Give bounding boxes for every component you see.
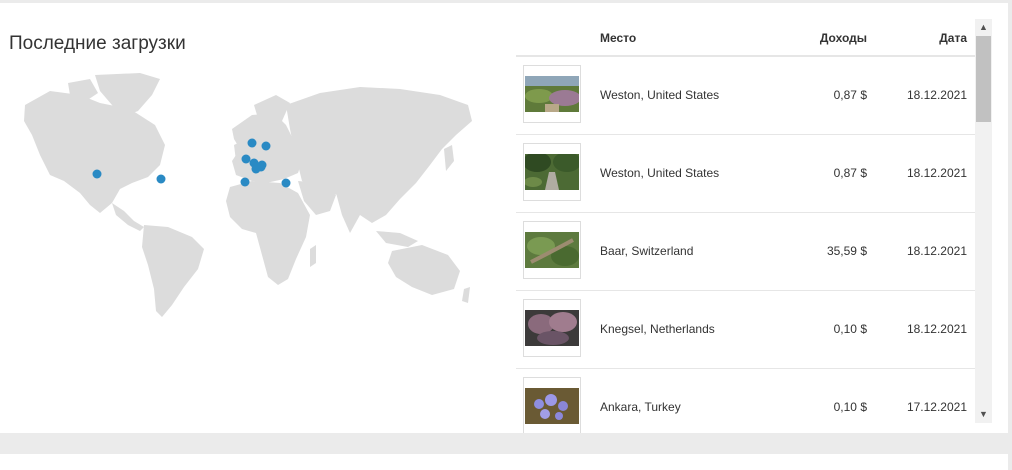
world-map-svg [24, 73, 472, 317]
flower-photo-thumbnail [525, 310, 579, 346]
row-date: 18.12.2021 [906, 88, 967, 102]
landmass-north-america [24, 91, 165, 213]
image-thumbnail[interactable] [523, 299, 581, 357]
map-pin[interactable] [241, 154, 251, 164]
row-date: 17.12.2021 [906, 400, 967, 414]
row-place: Weston, United States [600, 166, 720, 180]
row-date: 18.12.2021 [906, 244, 967, 258]
landmass-central-america [112, 203, 144, 231]
downloads-table: Место Доходы Дата Weston, United States … [516, 19, 975, 433]
image-thumbnail[interactable] [523, 221, 581, 279]
landmass-japan [444, 145, 454, 171]
landmass-new-zealand [462, 287, 470, 303]
row-place: Weston, United States [600, 88, 720, 102]
row-income: 0,87 $ [833, 88, 867, 102]
map-pin[interactable] [257, 160, 267, 170]
column-header-date[interactable]: Дата [939, 31, 967, 45]
table-scrollbar[interactable]: ▲ ▼ [975, 19, 992, 423]
purple-flowers-photo-thumbnail [525, 388, 579, 424]
table-row[interactable]: Baar, Switzerland 35,59 $ 18.12.2021 [516, 213, 975, 291]
landmass-australia [388, 245, 460, 295]
garden-path-photo-thumbnail [525, 154, 579, 190]
row-income: 0,87 $ [833, 166, 867, 180]
row-place: Knegsel, Netherlands [600, 322, 715, 336]
table-row[interactable]: Weston, United States 0,87 $ 18.12.2021 [516, 57, 975, 135]
row-income: 0,10 $ [833, 400, 867, 414]
row-place: Ankara, Turkey [600, 400, 681, 414]
next-panel [0, 454, 1008, 470]
landmass-se-asia-islands [376, 231, 418, 247]
row-date: 18.12.2021 [906, 322, 967, 336]
table-header: Место Доходы Дата [516, 19, 975, 57]
column-header-income[interactable]: Доходы [820, 31, 867, 45]
scroll-down-icon[interactable]: ▼ [975, 406, 992, 423]
table-row[interactable]: Ankara, Turkey 0,10 $ 17.12.2021 [516, 369, 975, 433]
panel-title: Последние загрузки [9, 33, 186, 54]
row-income: 0,10 $ [833, 322, 867, 336]
recent-downloads-panel: Последние загрузки Место Доходы Дата Wes… [0, 3, 1008, 433]
map-pin[interactable] [261, 141, 271, 151]
row-place: Baar, Switzerland [600, 244, 694, 258]
image-thumbnail[interactable] [523, 65, 581, 123]
landmass-india [336, 193, 360, 233]
table-row[interactable]: Knegsel, Netherlands 0,10 $ 18.12.2021 [516, 291, 975, 369]
row-income: 35,59 $ [826, 244, 867, 258]
map-pin[interactable] [247, 138, 257, 148]
garden-photo-thumbnail [525, 76, 579, 112]
table-row[interactable]: Weston, United States 0,87 $ 18.12.2021 [516, 135, 975, 213]
map-pin[interactable] [240, 177, 250, 187]
scrollbar-thumb[interactable] [976, 36, 991, 122]
map-pin[interactable] [156, 174, 166, 184]
garden-bed-photo-thumbnail [525, 232, 579, 268]
landmass-south-america [142, 225, 204, 317]
row-date: 18.12.2021 [906, 166, 967, 180]
map-pin[interactable] [281, 178, 291, 188]
world-map [20, 65, 475, 325]
map-pin[interactable] [92, 169, 102, 179]
landmass-africa [226, 181, 310, 285]
landmass-madagascar [310, 245, 316, 267]
scroll-up-icon[interactable]: ▲ [975, 19, 992, 36]
image-thumbnail[interactable] [523, 143, 581, 201]
image-thumbnail[interactable] [523, 377, 581, 433]
column-header-place[interactable]: Место [600, 31, 636, 45]
